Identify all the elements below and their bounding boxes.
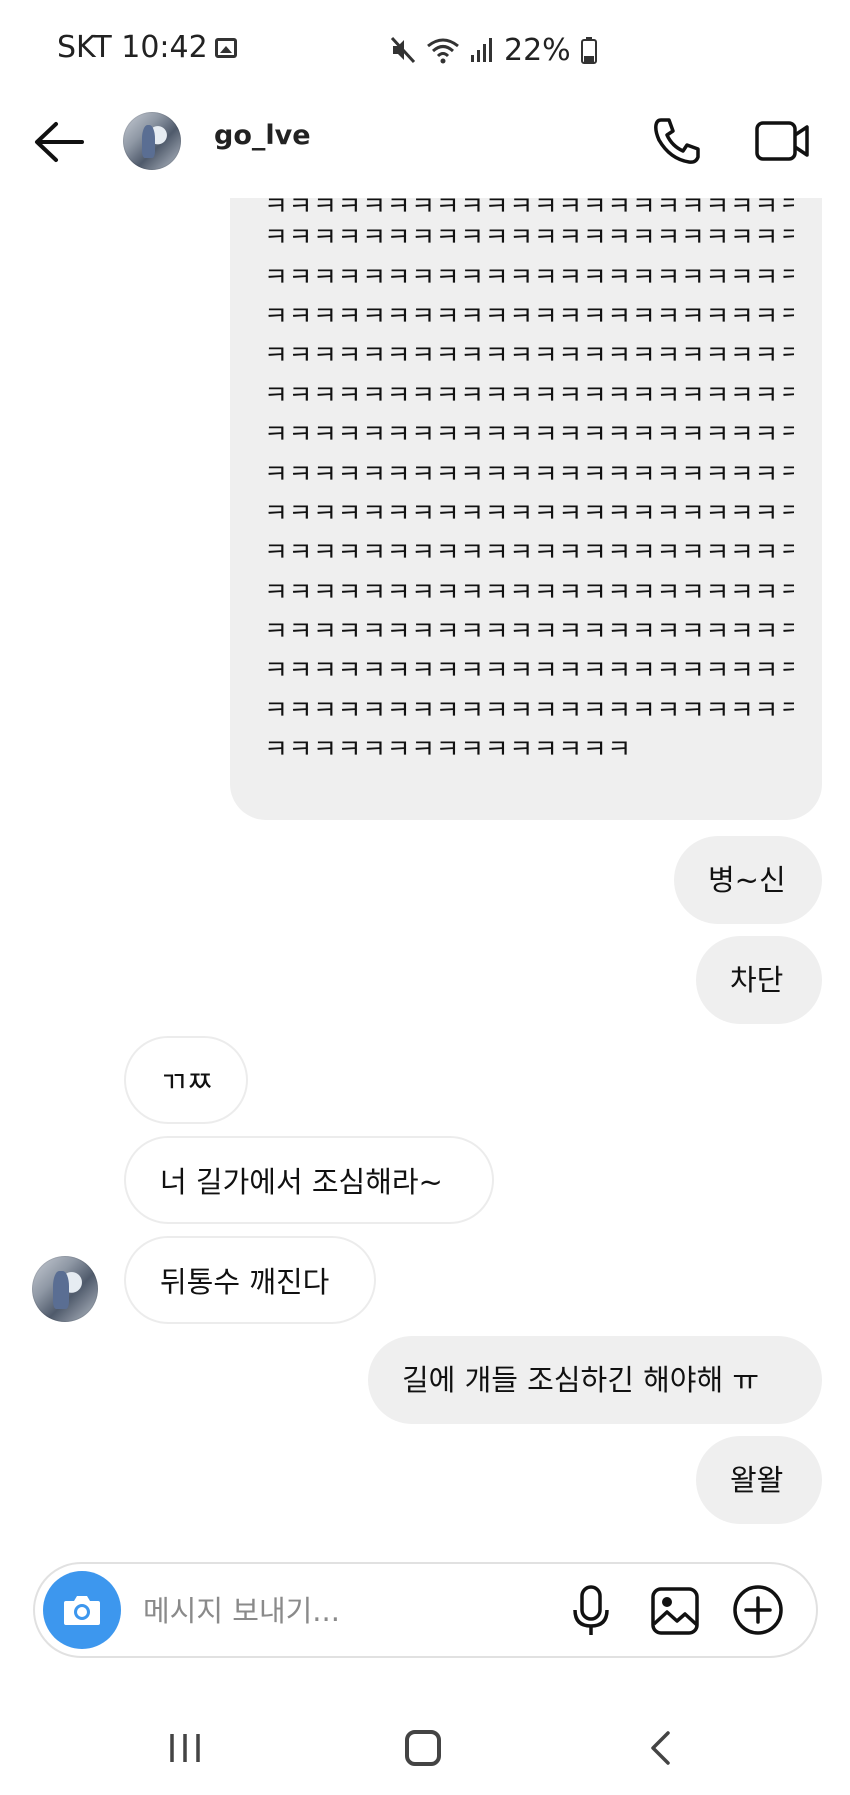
message-line: ㅋㅋㅋㅋㅋㅋㅋㅋㅋㅋㅋㅋㅋㅋㅋㅋㅋㅋㅋㅋㅋㅋㅋㅋㅋㅋㅋㅋ <box>264 656 794 686</box>
message-bubble-outgoing: 병~신 <box>674 836 822 924</box>
image-icon[interactable] <box>650 1586 700 1636</box>
plus-circle-icon[interactable] <box>732 1584 784 1636</box>
system-navigation-bar <box>0 1700 850 1795</box>
sender-avatar[interactable] <box>32 1256 98 1322</box>
message-line: ㅋㅋㅋㅋㅋㅋㅋㅋㅋㅋㅋㅋㅋㅋㅋㅋㅋㅋㅋㅋㅋㅋㅋㅋㅋㅋㅋㅋ <box>264 263 794 293</box>
message-input[interactable] <box>141 1586 585 1636</box>
message-line: ㅋㅋㅋㅋㅋㅋㅋㅋㅋㅋㅋㅋㅋㅋㅋㅋㅋㅋㅋㅋㅋㅋㅋㅋㅋㅋㅋㅋ <box>264 696 794 726</box>
battery-level: 22% <box>504 32 571 68</box>
username[interactable]: go_lve <box>214 120 311 151</box>
message-line: ㅋㅋㅋㅋㅋㅋㅋㅋㅋㅋㅋㅋㅋㅋㅋㅋㅋㅋㅋㅋㅋㅋㅋㅋㅋㅋㅋㅋ <box>264 499 794 529</box>
battery-icon <box>580 37 597 64</box>
message-composer <box>33 1562 818 1658</box>
message-line: ㅋㅋㅋㅋㅋㅋㅋㅋㅋㅋㅋㅋㅋㅋㅋㅋㅋㅋㅋㅋㅋㅋㅋㅋㅋㅋㅋㅋ <box>264 420 794 450</box>
message-line: ㅋㅋㅋㅋㅋㅋㅋㅋㅋㅋㅋㅋㅋㅋㅋㅋㅋㅋㅋㅋㅋㅋㅋㅋㅋㅋㅋㅋ <box>264 578 794 608</box>
message-line: ㅋㅋㅋㅋㅋㅋㅋㅋㅋㅋㅋㅋㅋㅋㅋㅋㅋㅋㅋㅋㅋㅋㅋㅋㅋㅋㅋㅋ <box>264 223 794 253</box>
message-line: ㅋㅋㅋㅋㅋㅋㅋㅋㅋㅋㅋㅋㅋㅋㅋㅋㅋㅋㅋㅋㅋㅋㅋㅋㅋㅋㅋㅋ <box>264 198 794 222</box>
chat-header: go_lve <box>0 100 850 200</box>
wifi-icon <box>427 38 459 64</box>
phone-icon[interactable] <box>652 116 702 166</box>
camera-icon <box>64 1596 100 1625</box>
message-line: ㅋㅋㅋㅋㅋㅋㅋㅋㅋㅋㅋㅋㅋㅋㅋㅋㅋㅋㅋㅋㅋㅋㅋㅋㅋㅋㅋㅋ <box>264 617 794 647</box>
video-camera-icon[interactable] <box>754 118 810 164</box>
message-bubble-outgoing-long: ㅋㅋㅋㅋㅋㅋㅋㅋㅋㅋㅋㅋㅋㅋㅋㅋㅋㅋㅋㅋㅋㅋ ㅋㅋㅋㅋㅋㅋ ㅋㅋㅋㅋㅋㅋㅋㅋㅋㅋㅋ… <box>230 198 822 820</box>
back-arrow-icon[interactable] <box>32 120 86 164</box>
message-bubble-outgoing: 차단 <box>696 936 822 1024</box>
status-bar: SKT 10:42 22% <box>0 0 850 100</box>
signal-icon <box>471 38 492 62</box>
camera-button[interactable] <box>43 1571 121 1649</box>
message-line: ㅋㅋㅋㅋㅋㅋㅋㅋㅋㅋㅋㅋㅋㅋㅋㅋㅋㅋㅋㅋㅋㅋㅋㅋㅋㅋㅋㅋ <box>264 302 794 332</box>
microphone-icon[interactable] <box>571 1584 611 1638</box>
message-bubble-incoming: 뒤통수 깨진다 <box>124 1236 376 1324</box>
message-bubble-outgoing: 왈왈 <box>696 1436 822 1524</box>
back-icon[interactable] <box>648 1730 672 1766</box>
mute-icon <box>390 36 416 64</box>
message-line: ㅋㅋㅋㅋㅋㅋㅋㅋㅋㅋㅋㅋㅋㅋㅋㅋㅋㅋㅋㅋㅋㅋㅋㅋㅋㅋㅋㅋ <box>264 538 794 568</box>
avatar[interactable] <box>123 112 181 170</box>
message-line: ㅋㅋㅋㅋㅋㅋㅋㅋㅋㅋㅋㅋㅋㅋㅋㅋㅋㅋㅋㅋㅋㅋㅋㅋㅋㅋㅋㅋ <box>264 341 794 371</box>
gallery-icon <box>215 38 237 58</box>
status-icons: 22% <box>390 30 597 70</box>
message-line: ㅋㅋㅋㅋㅋㅋㅋㅋㅋㅋㅋㅋㅋㅋㅋㅋㅋㅋㅋㅋㅋㅋㅋㅋㅋㅋㅋㅋ <box>264 460 794 490</box>
message-bubble-outgoing: 길에 개들 조심하긴 해야해 ㅠ <box>368 1336 822 1424</box>
message-bubble-incoming: 너 길가에서 조심해라~ <box>124 1136 494 1224</box>
message-bubble-incoming: ㄲㅉ <box>124 1036 248 1124</box>
carrier-time: SKT 10:42 <box>57 30 208 65</box>
recent-apps-icon[interactable] <box>168 1732 202 1764</box>
home-icon[interactable] <box>405 1730 441 1766</box>
message-line: ㅋㅋㅋㅋㅋㅋㅋㅋㅋㅋㅋㅋㅋㅋㅋ <box>264 735 632 765</box>
message-line: ㅋㅋㅋㅋㅋㅋㅋㅋㅋㅋㅋㅋㅋㅋㅋㅋㅋㅋㅋㅋㅋㅋㅋㅋㅋㅋㅋㅋ <box>264 381 794 411</box>
